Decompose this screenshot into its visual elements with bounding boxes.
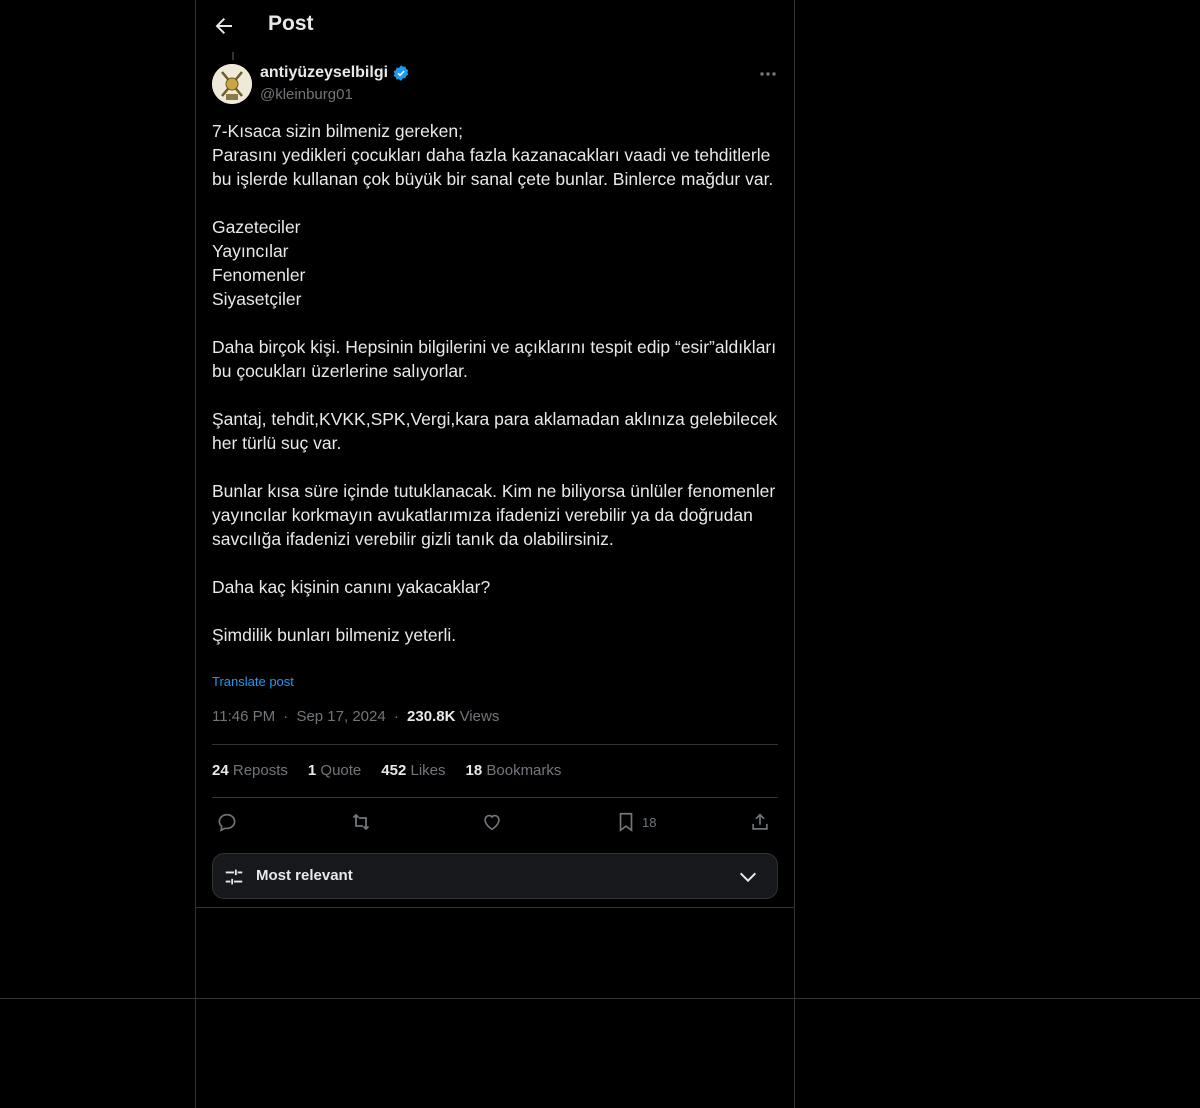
page-title: Post [268, 12, 314, 35]
like-heart-icon[interactable] [481, 808, 503, 836]
divider [0, 998, 1200, 999]
bookmark-icon [616, 811, 636, 833]
sort-replies-dropdown[interactable]: Most relevant [212, 853, 778, 899]
author-name-row: antiyüzeyselbilgi [260, 64, 410, 82]
bookmarks-count: 18 [465, 762, 483, 779]
back-arrow-icon[interactable] [212, 14, 236, 38]
thread-connector-line [232, 52, 234, 60]
filter-sliders-icon [223, 866, 245, 888]
author-name[interactable]: antiyüzeyselbilgi [260, 64, 388, 82]
engagement-stats: 24 Reposts 1 Quote 452 Likes 18 Bookmark… [212, 762, 561, 779]
quotes-label: Quote [320, 762, 362, 779]
avatar[interactable] [212, 64, 252, 104]
views-count: 230.8K [407, 708, 456, 725]
bookmark-action[interactable]: 18 [616, 808, 656, 836]
divider [212, 797, 778, 798]
main-column: Post antiyüzeyselbilgi @kleinburg01 7-Kı… [195, 0, 795, 1108]
verified-badge-icon[interactable] [392, 64, 410, 82]
reposts-count: 24 [212, 762, 229, 779]
page-header: Post [196, 0, 794, 53]
meta-separator: · [283, 708, 289, 725]
post-actions-bar: 18 [212, 808, 778, 836]
divider [212, 744, 778, 745]
translate-post-link[interactable]: Translate post [212, 674, 294, 689]
author-handle[interactable]: @kleinburg01 [260, 86, 353, 103]
chevron-down-icon [737, 866, 759, 888]
bookmarks-stat[interactable]: 18 Bookmarks [466, 762, 562, 779]
more-options-icon[interactable] [758, 64, 778, 84]
repost-icon[interactable] [349, 808, 373, 836]
likes-count: 452 [381, 762, 407, 779]
reply-icon[interactable] [216, 808, 238, 836]
quotes-count: 1 [307, 762, 317, 779]
post-metadata: 11:46 PM · Sep 17, 2024 · 230.8K Views [212, 708, 499, 725]
sort-label: Most relevant [256, 867, 353, 884]
quotes-stat[interactable]: 1 Quote [308, 762, 361, 779]
divider [195, 907, 795, 908]
reposts-stat[interactable]: 24 Reposts [212, 762, 288, 779]
likes-stat[interactable]: 452 Likes [381, 762, 445, 779]
post-time[interactable]: 11:46 PM [212, 708, 275, 725]
bookmark-count: 18 [642, 814, 657, 830]
likes-label: Likes [410, 762, 446, 779]
meta-separator: · [393, 708, 399, 725]
post-text: 7-Kısaca sizin bilmeniz gereken; Parasın… [212, 121, 778, 645]
post-date[interactable]: Sep 17, 2024 [296, 708, 385, 725]
views-label: Views [459, 708, 500, 725]
bookmarks-label: Bookmarks [486, 762, 562, 779]
reposts-label: Reposts [232, 762, 288, 779]
share-icon[interactable] [749, 808, 771, 836]
